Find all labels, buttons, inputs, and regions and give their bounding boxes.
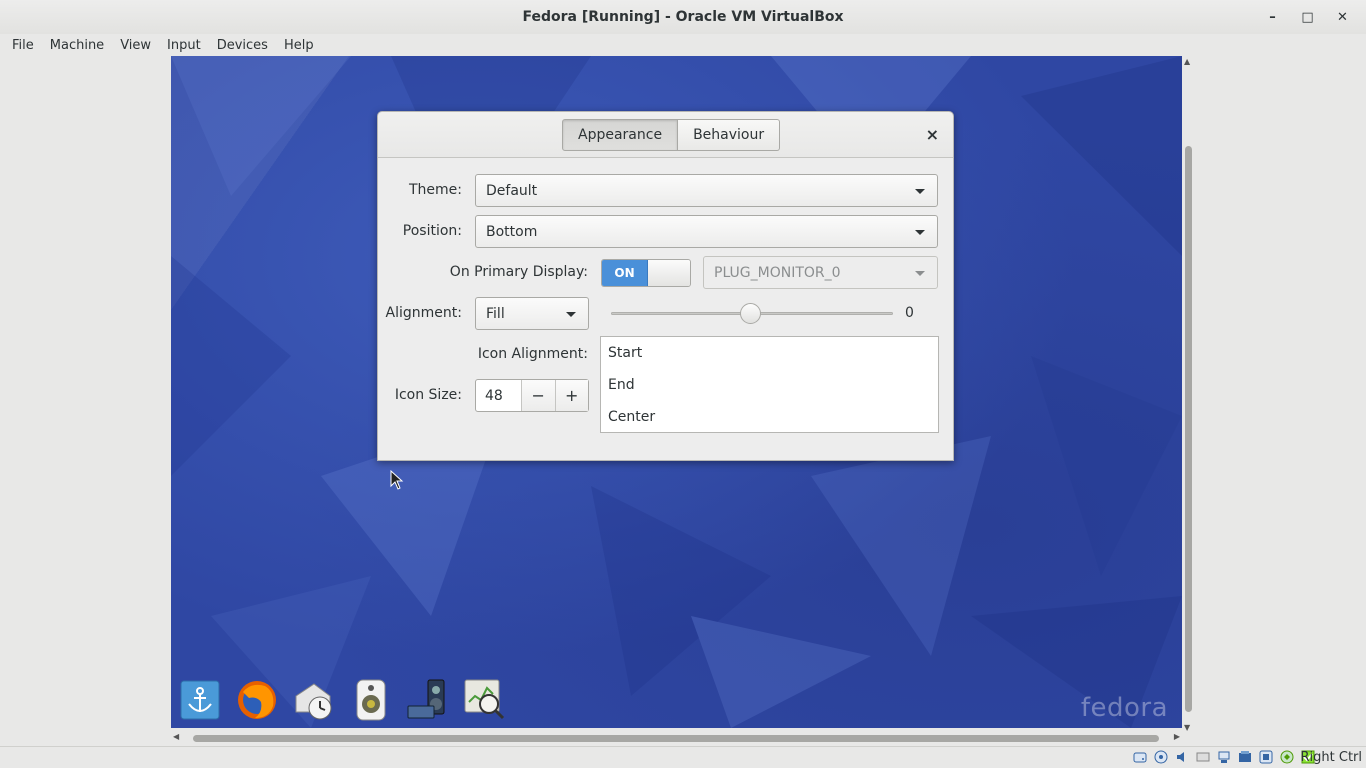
switch-knob[interactable] bbox=[648, 260, 690, 286]
menu-file[interactable]: File bbox=[4, 38, 42, 53]
minimize-button[interactable]: – bbox=[1255, 10, 1290, 25]
maximize-button[interactable]: □ bbox=[1290, 10, 1325, 25]
monitor-value: PLUG_MONITOR_0 bbox=[714, 264, 841, 281]
network-icon[interactable] bbox=[1195, 749, 1211, 765]
position-label: Position: bbox=[402, 223, 462, 239]
theme-label: Theme: bbox=[408, 182, 462, 198]
menu-input[interactable]: Input bbox=[159, 38, 209, 53]
menu-machine[interactable]: Machine bbox=[42, 38, 112, 53]
window-controls: – □ ✕ bbox=[1255, 0, 1360, 34]
scroll-right-icon[interactable]: ▶ bbox=[1174, 732, 1180, 741]
vm-status-bar: Right Ctrl bbox=[0, 746, 1366, 768]
window-title: Fedora [Running] - Oracle VM VirtualBox bbox=[522, 9, 844, 25]
alignment-value: Fill bbox=[486, 305, 505, 322]
status-icons bbox=[1127, 749, 1316, 765]
system-monitor-icon[interactable] bbox=[456, 676, 513, 724]
tab-appearance[interactable]: Appearance bbox=[562, 119, 679, 151]
mouse-cursor-icon bbox=[390, 470, 404, 490]
dock-preferences-dialog: Appearance Behaviour × Theme: Default Po… bbox=[377, 111, 954, 461]
dialog-close-button[interactable]: × bbox=[926, 125, 939, 144]
theme-value: Default bbox=[486, 182, 538, 199]
alignment-label: Alignment: bbox=[385, 305, 462, 321]
menu-devices[interactable]: Devices bbox=[209, 38, 276, 53]
primary-display-switch[interactable]: ON bbox=[601, 259, 691, 287]
usb-icon[interactable] bbox=[1216, 749, 1232, 765]
icon-size-label: Icon Size: bbox=[394, 387, 462, 403]
decrement-button[interactable]: − bbox=[522, 380, 556, 411]
display-icon[interactable] bbox=[1258, 749, 1274, 765]
anchor-launcher-icon[interactable] bbox=[171, 676, 228, 724]
audio-icon[interactable] bbox=[1174, 749, 1190, 765]
alignment-combo[interactable]: Fill bbox=[475, 297, 589, 330]
hard-disk-icon[interactable] bbox=[1132, 749, 1148, 765]
dropdown-arrow-icon bbox=[915, 189, 925, 194]
tab-behaviour[interactable]: Behaviour bbox=[678, 119, 781, 151]
offset-slider-handle[interactable] bbox=[740, 303, 761, 324]
firefox-icon[interactable] bbox=[228, 676, 285, 724]
tab-bar: Appearance Behaviour bbox=[562, 119, 781, 151]
scroll-down-icon[interactable]: ▼ bbox=[1184, 723, 1190, 732]
media-player-icon[interactable] bbox=[399, 676, 456, 724]
host-title-bar: Fedora [Running] - Oracle VM VirtualBox … bbox=[0, 0, 1366, 34]
primary-display-label: On Primary Display: bbox=[449, 264, 588, 280]
offset-slider-value: 0 bbox=[905, 305, 914, 321]
monitor-combo: PLUG_MONITOR_0 bbox=[703, 256, 938, 289]
icon-size-spinbutton: 48 − + bbox=[475, 379, 589, 412]
shared-folders-icon[interactable] bbox=[1237, 749, 1253, 765]
menubar: File Machine View Input Devices Help bbox=[0, 34, 1366, 57]
icon-alignment-list: Start End Center bbox=[600, 336, 939, 433]
host-key-label: Right Ctrl bbox=[1300, 750, 1363, 765]
icon-alignment-option-start[interactable]: Start bbox=[601, 337, 938, 369]
theme-combo[interactable]: Default bbox=[475, 174, 938, 207]
horizontal-scrollbar[interactable]: ◀ ▶ bbox=[171, 732, 1182, 744]
dialog-header: Appearance Behaviour × bbox=[378, 112, 953, 158]
mail-clock-icon[interactable] bbox=[285, 676, 342, 724]
vertical-scroll-thumb[interactable] bbox=[1185, 146, 1192, 712]
speaker-icon[interactable] bbox=[342, 676, 399, 724]
increment-button[interactable]: + bbox=[555, 380, 588, 411]
scroll-up-icon[interactable]: ▲ bbox=[1184, 57, 1190, 66]
position-combo[interactable]: Bottom bbox=[475, 215, 938, 248]
menu-help[interactable]: Help bbox=[276, 38, 322, 53]
icon-alignment-label: Icon Alignment: bbox=[477, 346, 588, 362]
scroll-left-icon[interactable]: ◀ bbox=[173, 732, 179, 741]
icon-alignment-option-end[interactable]: End bbox=[601, 369, 938, 401]
optical-drive-icon[interactable] bbox=[1153, 749, 1169, 765]
menu-view[interactable]: View bbox=[112, 38, 159, 53]
switch-on-label: ON bbox=[602, 260, 648, 286]
video-capture-icon[interactable] bbox=[1279, 749, 1295, 765]
close-window-button[interactable]: ✕ bbox=[1325, 10, 1360, 25]
fedora-logo: fedora bbox=[1080, 693, 1168, 723]
dropdown-arrow-icon bbox=[915, 271, 925, 276]
icon-alignment-option-center[interactable]: Center bbox=[601, 401, 938, 433]
dock bbox=[171, 676, 513, 724]
vertical-scrollbar[interactable]: ▲ ▼ bbox=[1183, 56, 1194, 733]
icon-size-input[interactable]: 48 bbox=[476, 380, 522, 411]
horizontal-scroll-thumb[interactable] bbox=[193, 735, 1159, 742]
position-value: Bottom bbox=[486, 223, 538, 240]
dropdown-arrow-icon bbox=[915, 230, 925, 235]
dropdown-arrow-icon bbox=[566, 312, 576, 317]
